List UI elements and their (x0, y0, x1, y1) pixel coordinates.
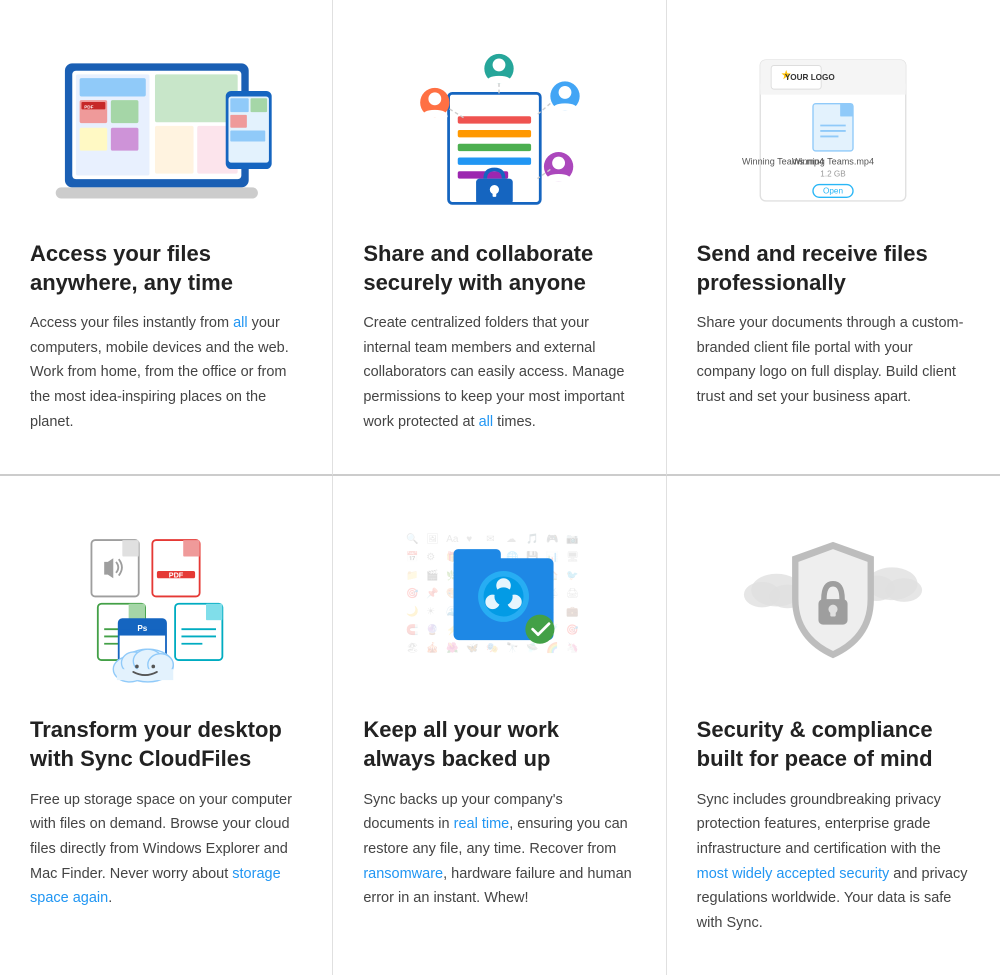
access-files-cell: PDF Access your files anywhere, any time… (0, 0, 333, 476)
svg-text:🎮: 🎮 (547, 534, 559, 545)
transform-desktop-image: PDF (30, 506, 302, 706)
svg-text:🔮: 🔮 (427, 623, 439, 636)
svg-text:☁: ☁ (507, 534, 517, 545)
svg-text:Open: Open (823, 186, 843, 195)
svg-text:♥: ♥ (467, 534, 473, 545)
svg-text:🎪: 🎪 (427, 641, 439, 654)
send-receive-desc: Share your documents through a custom-br… (697, 311, 970, 410)
highlight-realtime: real time (454, 816, 510, 832)
svg-text:🔍: 🔍 (407, 532, 419, 545)
highlight-security: most widely accepted security (697, 866, 890, 882)
access-files-image: PDF (30, 30, 302, 230)
svg-text:⚙: ⚙ (427, 552, 436, 563)
keep-work-desc: Sync backs up your company's documents i… (363, 788, 635, 911)
svg-text:🐦: 🐦 (567, 571, 579, 582)
svg-text:PDF: PDF (84, 104, 93, 109)
share-collab-desc: Create centralized folders that your int… (363, 311, 635, 434)
svg-text:🦋: 🦋 (467, 643, 480, 654)
send-receive-title: Send and receive files professionally (697, 240, 970, 297)
svg-text:🖨: 🖨 (567, 588, 580, 600)
svg-text:🎵: 🎵 (527, 533, 539, 545)
svg-text:YOUR LOGO: YOUR LOGO (785, 73, 836, 82)
svg-text:1.2 GB: 1.2 GB (821, 169, 847, 178)
svg-text:📅: 📅 (407, 550, 419, 563)
security-desc: Sync includes groundbreaking privacy pro… (697, 788, 970, 936)
transform-desktop-desc: Free up storage space on your computer w… (30, 788, 302, 911)
highlight-all-times: all (479, 414, 494, 430)
svg-text:📷: 📷 (567, 534, 579, 545)
send-receive-cell: YOUR LOGO Winning Teams.mp4 Winning Team… (667, 0, 1000, 476)
send-receive-image: YOUR LOGO Winning Teams.mp4 Winning Team… (697, 30, 970, 230)
svg-text:🎭: 🎭 (487, 642, 499, 654)
highlight-storage: storage space again (30, 866, 281, 907)
svg-text:🦄: 🦄 (567, 641, 579, 654)
svg-text:📁: 📁 (407, 571, 419, 582)
svg-text:🎬: 🎬 (427, 569, 439, 582)
share-collab-cell: Share and collaborate securely with anyo… (333, 0, 666, 476)
security-title: Security & compliance built for peace of… (697, 716, 970, 773)
access-files-desc: Access your files instantly from all you… (30, 311, 302, 434)
svg-text:🧲: 🧲 (407, 623, 419, 636)
svg-text:🎯: 🎯 (567, 624, 580, 636)
svg-text:Ps: Ps (138, 624, 148, 633)
svg-text:🌙: 🌙 (407, 605, 419, 618)
svg-text:🏖: 🏖 (407, 642, 420, 654)
share-collab-image (363, 30, 635, 230)
svg-text:🖼: 🖼 (427, 533, 440, 545)
svg-text:📌: 📌 (427, 587, 440, 600)
keep-work-cell: 🔍 🖼 Aa ♥ ✉ ☁ 🎵 🎮 📷 📅 ⚙ 🎁 🔒 📄 🌐 💾 (333, 476, 666, 975)
security-cell: Security & compliance built for peace of… (667, 476, 1000, 975)
access-files-title: Access your files anywhere, any time (30, 240, 302, 297)
security-image (697, 506, 970, 706)
share-collab-title: Share and collaborate securely with anyo… (363, 240, 635, 297)
transform-desktop-title: Transform your desktop with Sync CloudFi… (30, 716, 302, 773)
svg-text:Aa: Aa (447, 534, 460, 545)
svg-text:✉: ✉ (487, 534, 495, 545)
svg-text:🖥: 🖥 (567, 551, 580, 563)
svg-text:🌈: 🌈 (547, 641, 559, 654)
svg-text:Winning Teams.mp4: Winning Teams.mp4 (792, 156, 874, 166)
highlight-ransomware: ransomware (363, 866, 443, 882)
highlight-all: all (233, 315, 248, 331)
svg-text:🎯: 🎯 (407, 588, 420, 600)
keep-work-title: Keep all your work always backed up (363, 716, 635, 773)
svg-text:💼: 💼 (567, 607, 580, 618)
transform-desktop-cell: PDF (0, 476, 333, 975)
keep-work-image: 🔍 🖼 Aa ♥ ✉ ☁ 🎵 🎮 📷 📅 ⚙ 🎁 🔒 📄 🌐 💾 (363, 506, 635, 706)
svg-text:PDF: PDF (169, 571, 184, 580)
svg-text:🌺: 🌺 (447, 641, 459, 654)
svg-text:☀: ☀ (427, 607, 436, 618)
svg-text:🔭: 🔭 (507, 641, 519, 654)
